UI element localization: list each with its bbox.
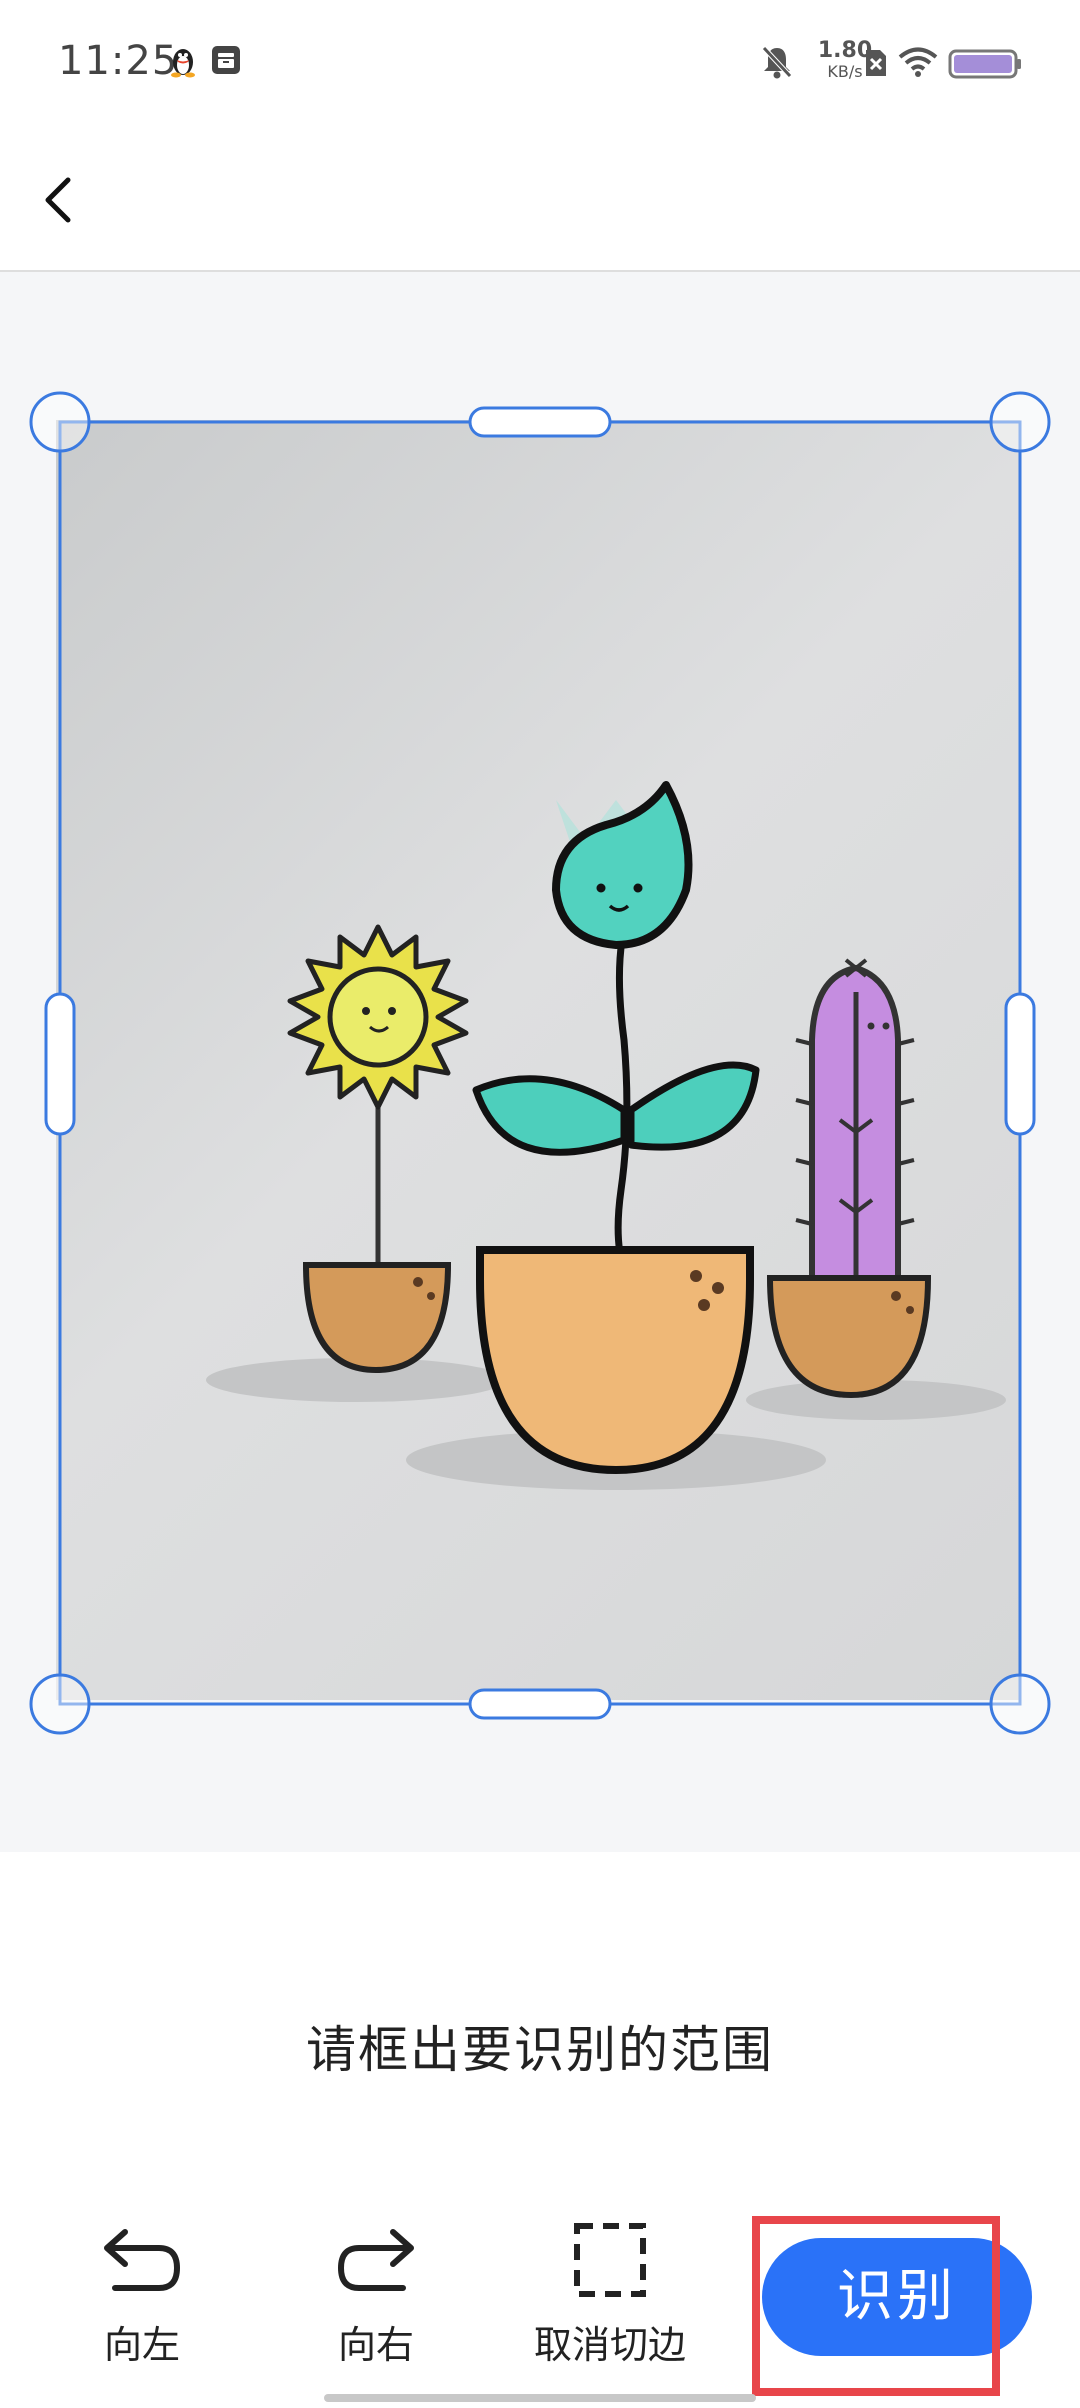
cancel-crop-button[interactable]: 取消切边 — [520, 2220, 700, 2369]
battery-icon — [948, 48, 1022, 84]
crop-area — [0, 272, 1080, 1852]
rotate-right-button[interactable]: 向右 — [286, 2220, 466, 2369]
rotate-left-icon — [104, 2229, 181, 2291]
cancel-crop-label: 取消切边 — [533, 2323, 686, 2367]
crop-handle-bottom-left[interactable] — [29, 1673, 91, 1735]
rotate-left-label: 向左 — [103, 2323, 180, 2367]
wifi-icon — [898, 46, 938, 82]
crop-frame[interactable] — [0, 272, 1080, 1852]
sim-off-icon — [862, 48, 890, 82]
crop-handle-top-right[interactable] — [989, 391, 1051, 453]
crop-handle-left[interactable] — [44, 992, 76, 1136]
status-icons: 1.80 KB/s — [720, 0, 1080, 130]
status-bar: 11:25 1.80 KB/s — [0, 0, 1080, 130]
crop-handle-bottom[interactable] — [468, 1688, 612, 1720]
header — [0, 130, 1080, 270]
recognize-button[interactable]: 识别 — [762, 2238, 1032, 2356]
mute-bell-icon — [760, 44, 794, 84]
chevron-left-icon — [45, 177, 71, 223]
home-indicator[interactable] — [324, 2394, 756, 2402]
crop-frame-icon — [574, 2223, 646, 2297]
status-time: 11:25 — [58, 38, 179, 84]
rotate-right-icon — [337, 2229, 414, 2291]
page: 11:25 1.80 KB/s 请框出要识别的范围 向左 向右 取消切边 识别 — [0, 0, 1080, 2408]
rotate-left-button[interactable]: 向左 — [52, 2220, 232, 2369]
rotate-right-label: 向右 — [337, 2323, 414, 2367]
app-store-icon — [210, 44, 242, 80]
crop-handle-top-left[interactable] — [29, 391, 91, 453]
crop-instruction: 请框出要识别的范围 — [306, 2021, 774, 2079]
crop-handle-bottom-right[interactable] — [989, 1673, 1051, 1735]
crop-handle-right[interactable] — [1004, 992, 1036, 1136]
crop-handle-top[interactable] — [468, 406, 612, 438]
back-button[interactable] — [30, 160, 110, 240]
qq-penguin-icon — [168, 44, 198, 82]
